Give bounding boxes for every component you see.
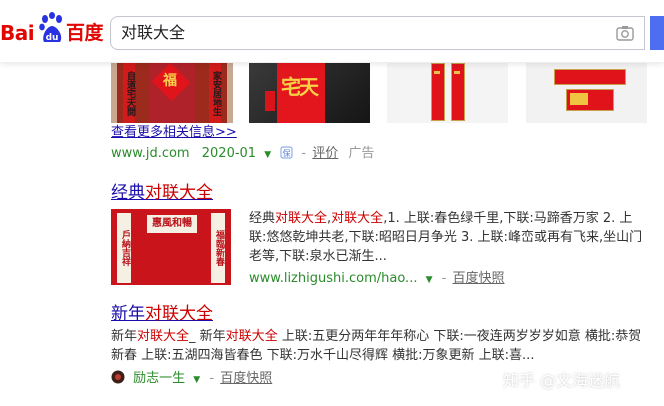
couplet-left: 自道宅天問 xyxy=(123,63,135,123)
review-link[interactable]: 评价 xyxy=(312,146,338,161)
poster-banner: 惠風和暢 xyxy=(147,215,197,233)
result-title-highlight: 对联大全 xyxy=(145,183,213,203)
result-source[interactable]: 励志一生 xyxy=(133,371,185,386)
snapshot-link[interactable]: 百度快照 xyxy=(453,271,505,286)
ad-url[interactable]: www.jd.com xyxy=(111,146,190,161)
source-avatar-icon[interactable] xyxy=(111,370,125,384)
dropdown-caret-icon[interactable]: ▼ xyxy=(193,375,200,385)
ad-meta-row: www.jd.com 2020-01 ▼ 保 - 评价 广告 xyxy=(111,146,375,161)
result-title[interactable]: 经典对联大全 xyxy=(111,182,213,204)
logo-du-text: du xyxy=(46,33,59,43)
product-image-couplet[interactable]: 宅天 xyxy=(249,63,370,123)
logo-bai-text: Bai xyxy=(0,21,35,45)
verified-icon[interactable]: 保 xyxy=(280,146,293,159)
dropdown-caret-icon[interactable]: ▼ xyxy=(426,275,433,285)
ad-date: 2020-01 xyxy=(201,146,257,161)
result-title[interactable]: 新年对联大全 xyxy=(111,303,213,325)
couplet-characters: 宅天 xyxy=(281,75,319,99)
search-button[interactable] xyxy=(650,16,664,50)
baidu-paw-icon: du xyxy=(39,12,62,43)
baidu-logo[interactable]: Bai du 百度 xyxy=(0,10,104,50)
result-thumbnail[interactable]: 惠風和暢 戶納吉祥 福臨新春 xyxy=(111,209,231,285)
product-image-scrolls[interactable] xyxy=(387,63,508,123)
result-abstract: 新年对联大全_ 新年对联大全 上联:五更分两年年年称心 下联:一夜连两岁岁岁如意… xyxy=(111,329,642,363)
product-image-rolls[interactable] xyxy=(526,63,647,123)
dropdown-caret-icon[interactable]: ▼ xyxy=(264,150,271,160)
search-input[interactable]: 对联大全 xyxy=(110,16,645,50)
image-strip: 自道宅天問 福 家安居地生 宅天 xyxy=(0,63,664,123)
svg-text:保: 保 xyxy=(283,148,291,158)
zhihu-watermark: 知乎 @文海迷航 xyxy=(503,371,621,390)
search-header: Bai du 百度 对联大全 xyxy=(0,0,664,62)
camera-icon[interactable] xyxy=(616,25,634,41)
poster-right-couplet: 福臨新春 xyxy=(211,213,225,283)
result-meta-row: www.lizhigushi.com/hao... ▼ - 百度快照 xyxy=(249,271,505,286)
search-query[interactable]: 对联大全 xyxy=(121,23,185,43)
result-title-highlight: 对联大全 xyxy=(145,304,213,324)
ad-label: 广告 xyxy=(348,146,375,161)
fu-character: 福 xyxy=(163,73,177,89)
result-abstract: 经典对联大全,对联大全,1. 上联:春色绿千里,下联:马蹄香万家 2. 上联:悠… xyxy=(249,211,643,264)
logo-cn-text: 百度 xyxy=(66,22,104,44)
result-title-prefix: 经典 xyxy=(111,183,145,203)
poster-left-couplet: 戶納吉祥 xyxy=(117,213,131,283)
more-info-link[interactable]: 查看更多相关信息>> xyxy=(111,125,237,141)
product-image-door[interactable]: 自道宅天問 福 家安居地生 xyxy=(111,63,233,123)
snapshot-link[interactable]: 百度快照 xyxy=(220,371,272,386)
result-meta-row: 励志一生 ▼ - 百度快照 xyxy=(111,370,272,388)
couplet-right: 家安居地生 xyxy=(209,63,221,123)
result-title-prefix: 新年 xyxy=(111,304,145,324)
result-url[interactable]: www.lizhigushi.com/hao... xyxy=(249,271,417,286)
